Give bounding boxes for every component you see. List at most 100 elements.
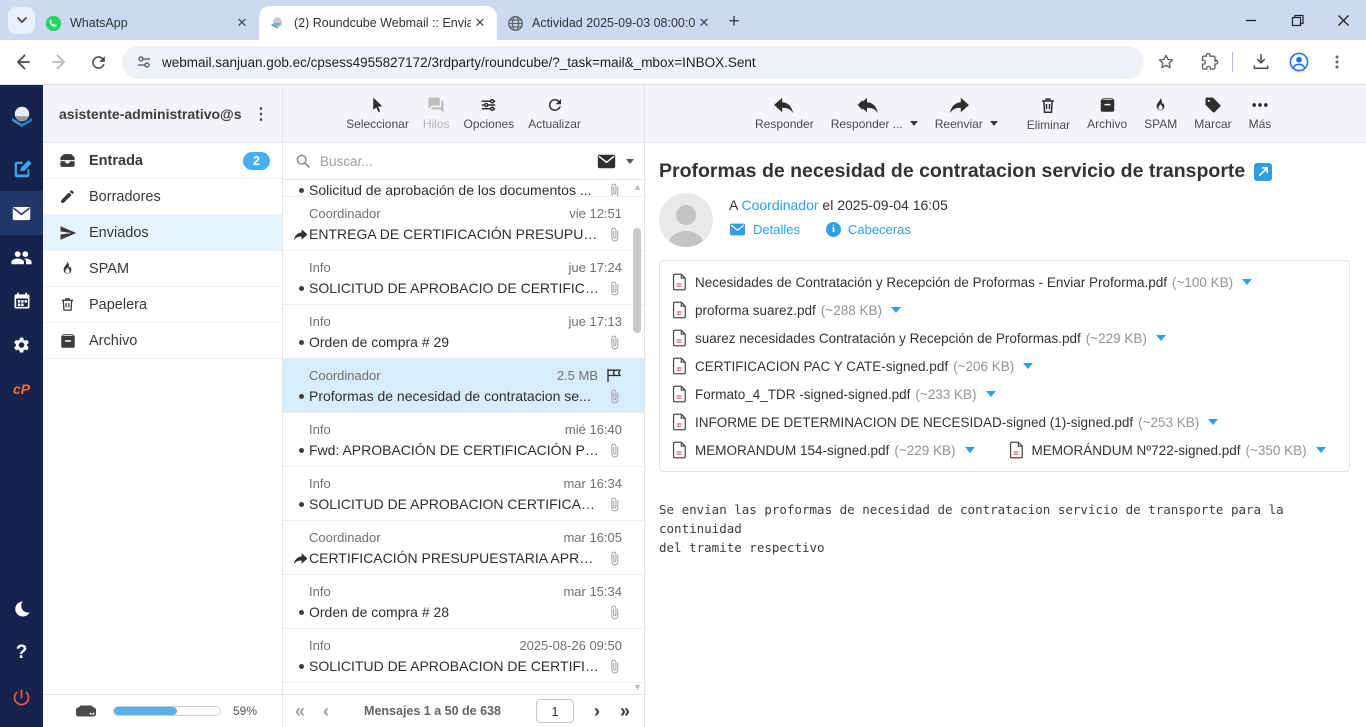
list-item[interactable]: Infomié 16:40 Fwd: APROBACIÓN DE CERTIFI… xyxy=(283,413,644,467)
attachment-menu-caret[interactable] xyxy=(1156,335,1166,341)
attachment-link[interactable]: proforma suarez.pdf (~288 KB) xyxy=(672,301,901,319)
attachment-menu-caret[interactable] xyxy=(986,391,996,397)
site-info-icon[interactable] xyxy=(136,54,152,70)
cpanel-logo[interactable]: cP xyxy=(0,367,43,411)
folder-label: SPAM xyxy=(89,261,129,277)
list-toolbar: Seleccionar Hilos Opciones Actualizar xyxy=(283,85,644,143)
tab-actividad[interactable]: Actividad 2025-09-03 08:00:00 ✕ xyxy=(497,6,721,40)
compose-button[interactable] xyxy=(0,147,43,191)
tab-close-icon[interactable]: ✕ xyxy=(695,14,713,32)
attachment-menu-caret[interactable] xyxy=(1242,279,1252,285)
search-scope-mail-icon[interactable] xyxy=(597,154,616,169)
attachment-link[interactable]: MEMORANDUM 154-signed.pdf (~229 KB) xyxy=(672,441,975,459)
new-tab-button[interactable]: + xyxy=(721,9,747,35)
attachment-link[interactable]: INFORME DE DETERMINACION DE NECESIDAD-si… xyxy=(672,413,1218,431)
forward-button[interactable] xyxy=(44,46,76,78)
rail-mail-button[interactable] xyxy=(0,191,43,235)
scroll-up-icon[interactable]: ▲ xyxy=(633,182,642,192)
downloads-icon[interactable] xyxy=(1245,46,1277,78)
attachment-menu-caret[interactable] xyxy=(891,307,901,313)
attachment-link[interactable]: suarez necesidades Contratación y Recepc… xyxy=(672,329,1166,347)
list-item[interactable]: Coordinadormar 16:05 CERTIFICACIÓN PRESU… xyxy=(283,521,644,575)
tab-roundcube-active[interactable]: (2) Roundcube Webmail :: Envia ✕ xyxy=(259,6,497,40)
threads-button[interactable]: Hilos xyxy=(423,96,450,131)
attachment-link[interactable]: Formato_4_TDR -signed-signed.pdf (~233 K… xyxy=(672,385,996,403)
attachment-link[interactable]: MEMORÁNDUM Nº722-signed.pdf (~350 KB) xyxy=(1009,441,1326,459)
flag-icon[interactable] xyxy=(606,368,622,383)
search-bar[interactable]: Buscar... xyxy=(283,143,644,180)
archive-button[interactable]: Archivo xyxy=(1087,96,1127,131)
recipient-link[interactable]: Coordinador xyxy=(741,197,818,213)
rail-contacts-button[interactable] xyxy=(0,235,43,279)
page-input[interactable]: 1 xyxy=(536,699,574,723)
close-window-button[interactable] xyxy=(1320,0,1366,40)
attachment-menu-caret[interactable] xyxy=(965,447,975,453)
list-item[interactable]: Solicitud de aprobación de los documento… xyxy=(283,180,644,197)
first-page-button[interactable]: « xyxy=(295,701,305,722)
list-item[interactable]: Infomar 15:34 Orden de compra # 28 xyxy=(283,575,644,629)
reply-all-menu-caret[interactable] xyxy=(910,121,918,126)
forward-button[interactable]: Reenviar xyxy=(935,96,983,131)
sidebar-item-papelera[interactable]: Papelera xyxy=(43,287,282,323)
sidebar-item-enviados[interactable]: Enviados xyxy=(43,215,282,251)
select-button[interactable]: Seleccionar xyxy=(346,96,409,131)
tab-close-icon[interactable]: ✕ xyxy=(471,14,489,32)
open-in-new-window-icon[interactable] xyxy=(1254,163,1272,181)
attachment-menu-caret[interactable] xyxy=(1023,363,1033,369)
dark-mode-toggle[interactable] xyxy=(0,587,43,631)
address-bar[interactable]: webmail.sanjuan.gob.ec/cpsess4955827172/… xyxy=(122,46,1144,79)
list-item[interactable]: Infojue 17:13 Orden de compra # 29 xyxy=(283,305,644,359)
more-button[interactable]: Más xyxy=(1249,96,1272,131)
profile-avatar-icon[interactable] xyxy=(1283,46,1315,78)
last-page-button[interactable]: » xyxy=(620,701,630,722)
next-page-button[interactable]: › xyxy=(594,701,600,722)
rail-calendar-button[interactable] xyxy=(0,279,43,323)
refresh-button[interactable]: Actualizar xyxy=(528,96,581,131)
info-icon: i xyxy=(826,222,841,237)
bookmark-star-icon[interactable] xyxy=(1150,46,1182,78)
search-options-caret[interactable] xyxy=(626,159,634,164)
tab-close-icon[interactable]: ✕ xyxy=(233,14,251,32)
delete-button[interactable]: Eliminar xyxy=(1027,96,1070,132)
attachment-menu-caret[interactable] xyxy=(1208,419,1218,425)
list-item[interactable]: Coordinadorvie 12:51 ENTREGA DE CERTIFIC… xyxy=(283,197,644,251)
sidebar-item-archivo[interactable]: Archivo xyxy=(43,323,282,359)
rail-settings-button[interactable] xyxy=(0,323,43,367)
prev-page-button[interactable]: ‹ xyxy=(323,701,329,722)
restore-button[interactable] xyxy=(1274,0,1320,40)
list-item[interactable]: Info2025-08-26 09:50 SOLICITUD DE APROBA… xyxy=(283,629,644,683)
minimize-button[interactable] xyxy=(1228,0,1274,40)
reply-all-button[interactable]: Responder ... xyxy=(831,96,903,131)
mark-button[interactable]: Marcar xyxy=(1194,96,1231,131)
sidebar-item-borradores[interactable]: Borradores xyxy=(43,179,282,215)
list-item[interactable]: Infojue 17:24 SOLICITUD DE APROBACIO DE … xyxy=(283,251,644,305)
list-item[interactable]: Infomar 16:34 SOLICITUD DE APROBACION CE… xyxy=(283,467,644,521)
help-button[interactable]: ? xyxy=(0,631,43,675)
headers-toggle[interactable]: i Cabeceras xyxy=(826,222,911,237)
forward-menu-caret[interactable] xyxy=(990,121,998,126)
attachment-link[interactable]: Necesidades de Contratación y Recepción … xyxy=(672,273,1252,291)
options-button[interactable]: Opciones xyxy=(463,96,514,131)
attachment-menu-caret[interactable] xyxy=(1316,447,1326,453)
roundcube-logo[interactable] xyxy=(0,95,43,139)
sidebar-item-spam[interactable]: SPAM xyxy=(43,251,282,287)
sidebar-item-entrada[interactable]: Entrada 2 xyxy=(43,143,282,179)
reply-button[interactable]: Responder xyxy=(755,96,814,131)
scrollbar-thumb[interactable] xyxy=(633,228,641,333)
scroll-down-icon[interactable]: ▼ xyxy=(633,682,642,692)
list-item-selected[interactable]: Coordinador 2.5 MB Proformas de necesida… xyxy=(283,359,644,413)
list-scrollbar[interactable]: ▲ ▼ xyxy=(630,180,644,694)
tab-whatsapp[interactable]: WhatsApp ✕ xyxy=(35,6,259,40)
search-input[interactable]: Buscar... xyxy=(320,154,597,169)
logout-button[interactable] xyxy=(0,675,43,719)
attachment-link[interactable]: CERTIFICACION PAC Y CATE-signed.pdf (~20… xyxy=(672,357,1033,375)
extensions-icon[interactable] xyxy=(1194,46,1226,78)
reload-button[interactable] xyxy=(82,46,114,78)
folder-menu-icon[interactable]: ⋮ xyxy=(241,104,282,124)
unread-dot xyxy=(299,448,304,453)
tab-search-button[interactable] xyxy=(8,7,35,34)
spam-button[interactable]: SPAM xyxy=(1144,96,1177,131)
browser-menu-icon[interactable] xyxy=(1321,46,1353,78)
details-toggle[interactable]: Detalles xyxy=(729,222,800,237)
back-button[interactable] xyxy=(6,46,38,78)
